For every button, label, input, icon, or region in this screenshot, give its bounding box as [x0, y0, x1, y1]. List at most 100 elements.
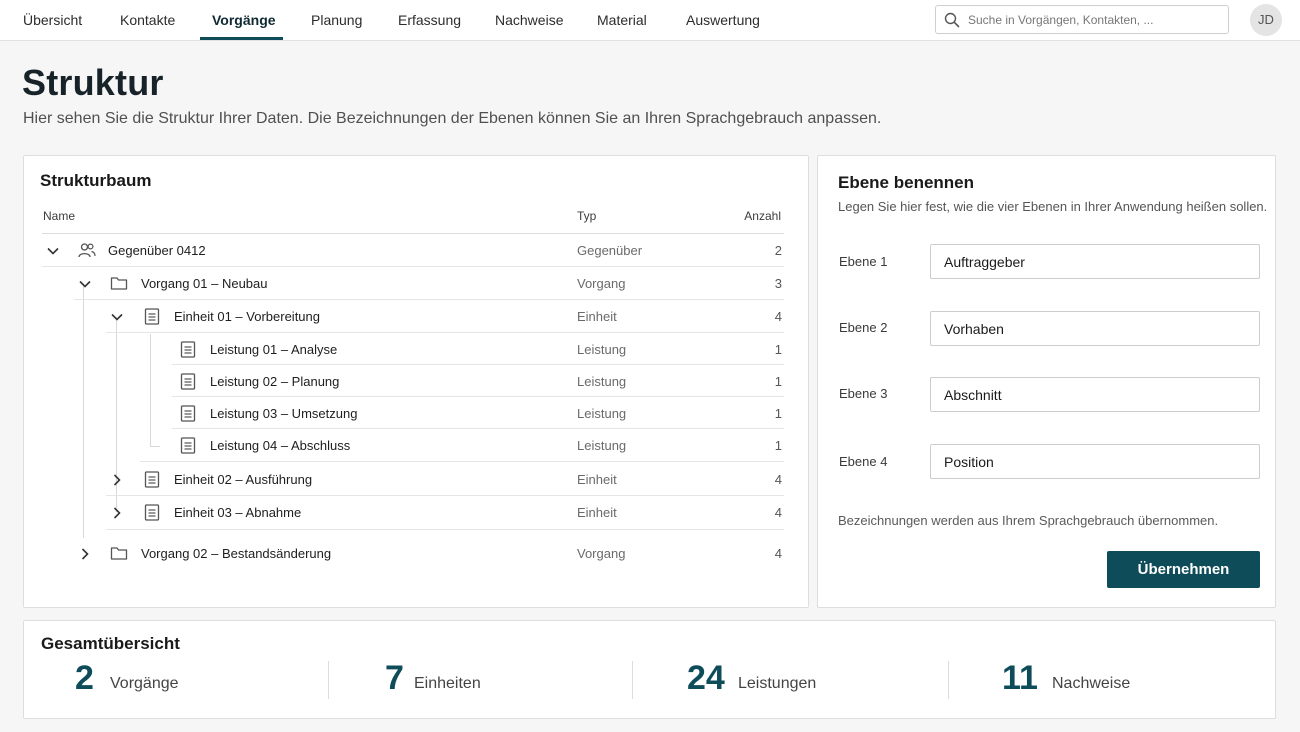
- chevron-down-icon[interactable]: [78, 277, 92, 291]
- tree-item-name: Leistung 02 – Planung: [210, 374, 340, 389]
- chevron-right-icon[interactable]: [78, 547, 92, 561]
- page-subtitle: Hier sehen Sie die Struktur Ihrer Daten.…: [23, 110, 882, 127]
- stat-nachweise-value: 11: [1002, 659, 1038, 697]
- level-3-label: Ebene 3: [839, 386, 888, 401]
- levels-title: Ebene benennen: [838, 173, 975, 192]
- tree-row-leistung-02[interactable]: Leistung 02 – Planung Leistung 1: [42, 365, 784, 397]
- document-icon: [144, 504, 160, 521]
- nav-item-auswertung[interactable]: Auswertung: [686, 0, 760, 40]
- row-divider: [140, 461, 784, 462]
- tree-row-einheit-02[interactable]: Einheit 02 – Ausführung Einheit 4: [42, 463, 784, 496]
- chevron-down-icon[interactable]: [46, 244, 60, 258]
- stat-leistungen-label: Leistungen: [738, 675, 817, 692]
- level-3-input[interactable]: [930, 377, 1260, 412]
- level-4-input[interactable]: [930, 444, 1260, 479]
- page-title: Struktur: [22, 62, 164, 103]
- document-icon: [180, 437, 196, 454]
- document-icon: [180, 341, 196, 358]
- tree-title: Strukturbaum: [40, 171, 152, 190]
- column-header-type: Typ: [577, 209, 597, 223]
- nav-item-erfassung[interactable]: Erfassung: [398, 0, 461, 40]
- tree-item-name: Einheit 01 – Vorbereitung: [174, 309, 320, 324]
- tree-item-name: Vorgang 01 – Neubau: [141, 276, 268, 291]
- tree-item-count: 1: [774, 342, 782, 357]
- tree-item-type: Einheit: [577, 505, 617, 520]
- level-1-label: Ebene 1: [839, 254, 888, 269]
- tree-row-leistung-01[interactable]: Leistung 01 – Analyse Leistung 1: [42, 333, 784, 365]
- document-icon: [144, 471, 160, 488]
- stat-divider: [948, 661, 949, 699]
- folder-icon: [110, 275, 128, 291]
- nav-item-planung[interactable]: Planung: [311, 0, 362, 40]
- structure-tree-card: Strukturbaum Name Typ Anzahl Gegenüber 0…: [23, 155, 809, 608]
- column-header-name: Name: [43, 209, 76, 223]
- avatar[interactable]: JD: [1250, 4, 1282, 36]
- nav-item-material[interactable]: Material: [597, 0, 647, 40]
- tree-item-type: Vorgang: [577, 276, 626, 291]
- tree-item-count: 1: [774, 438, 782, 453]
- tree-item-count: 4: [774, 546, 782, 561]
- tree-row-einheit-01[interactable]: Einheit 01 – Vorbereitung Einheit 4: [42, 300, 784, 333]
- search-icon: [944, 12, 960, 28]
- tree-item-count: 4: [774, 505, 782, 520]
- tree-item-type: Vorgang: [577, 546, 626, 561]
- tree-item-type: Einheit: [577, 472, 617, 487]
- tree-row-leistung-03[interactable]: Leistung 03 – Umsetzung Leistung 1: [42, 397, 784, 429]
- stat-einheiten-value: 7: [385, 659, 404, 697]
- summary-title: Gesamtübersicht: [41, 634, 180, 653]
- stat-leistungen-value: 24: [687, 659, 725, 697]
- levels-subtitle: Legen Sie hier fest, wie die vier Ebenen…: [838, 199, 1268, 214]
- chevron-right-icon[interactable]: [110, 473, 124, 487]
- active-tab-indicator: [200, 37, 283, 40]
- tree-item-name: Leistung 01 – Analyse: [210, 342, 338, 357]
- summary-card: Gesamtübersicht 2 Vorgänge 7 Einheiten 2…: [23, 620, 1276, 719]
- tree-item-name: Leistung 04 – Abschluss: [210, 438, 351, 453]
- tree-item-type: Leistung: [577, 438, 627, 453]
- tree-item-type: Gegenüber: [577, 243, 643, 258]
- tree-item-count: 4: [774, 309, 782, 324]
- document-icon: [180, 373, 196, 390]
- tree-item-count: 3: [774, 276, 782, 291]
- tree-item-count: 4: [774, 472, 782, 487]
- search-box[interactable]: [935, 5, 1229, 34]
- nav-item-vorgaenge[interactable]: Vorgänge: [212, 0, 276, 40]
- document-icon: [180, 405, 196, 422]
- people-icon: [78, 242, 96, 259]
- tree-item-name: Vorgang 02 – Bestandsänderung: [141, 546, 332, 561]
- stat-nachweise-label: Nachweise: [1052, 675, 1131, 692]
- level-1-input[interactable]: [930, 244, 1260, 279]
- tree-item-count: 2: [774, 243, 782, 258]
- tree-item-name: Leistung 03 – Umsetzung: [210, 406, 358, 421]
- stat-divider: [328, 661, 329, 699]
- tree-row-vorgang-02[interactable]: Vorgang 02 – Bestandsänderung Vorgang 4: [42, 537, 784, 570]
- folder-icon: [110, 545, 128, 561]
- chevron-right-icon[interactable]: [110, 506, 124, 520]
- apply-button[interactable]: Übernehmen: [1107, 551, 1260, 588]
- levels-note: Bezeichnungen werden aus Ihrem Sprachgeb…: [838, 513, 1219, 528]
- tree-row-vorgang-01[interactable]: Vorgang 01 – Neubau Vorgang 3: [42, 267, 784, 300]
- nav-item-uebersicht[interactable]: Übersicht: [23, 0, 82, 40]
- level-4-label: Ebene 4: [839, 454, 888, 469]
- tree-row-gegenueber-0412[interactable]: Gegenüber 0412 Gegenüber 2: [42, 234, 784, 267]
- chevron-down-icon[interactable]: [110, 310, 124, 324]
- tree-item-count: 1: [774, 406, 782, 421]
- stat-vorgaenge-value: 2: [75, 659, 94, 697]
- level-2-input[interactable]: [930, 311, 1260, 346]
- nav-item-kontakte[interactable]: Kontakte: [120, 0, 175, 40]
- stat-divider: [632, 661, 633, 699]
- search-input[interactable]: [968, 8, 1224, 31]
- level-2-label: Ebene 2: [839, 320, 888, 335]
- tree-item-name: Einheit 03 – Abnahme: [174, 505, 302, 520]
- row-divider: [106, 529, 784, 530]
- tree-item-type: Leistung: [577, 342, 627, 357]
- stat-einheiten-label: Einheiten: [414, 675, 481, 692]
- tree-row-einheit-03[interactable]: Einheit 03 – Abnahme Einheit 4: [42, 496, 784, 530]
- tree-item-type: Leistung: [577, 406, 627, 421]
- nav-item-nachweise[interactable]: Nachweise: [495, 0, 563, 40]
- top-navigation: Übersicht Kontakte Vorgänge Planung Erfa…: [0, 0, 1300, 41]
- tree-row-leistung-04[interactable]: Leistung 04 – Abschluss Leistung 1: [42, 429, 784, 462]
- column-header-count: Anzahl: [744, 209, 781, 223]
- tree-item-type: Einheit: [577, 309, 617, 324]
- level-naming-card: Ebene benennen Legen Sie hier fest, wie …: [817, 155, 1276, 608]
- tree-item-type: Leistung: [577, 374, 627, 389]
